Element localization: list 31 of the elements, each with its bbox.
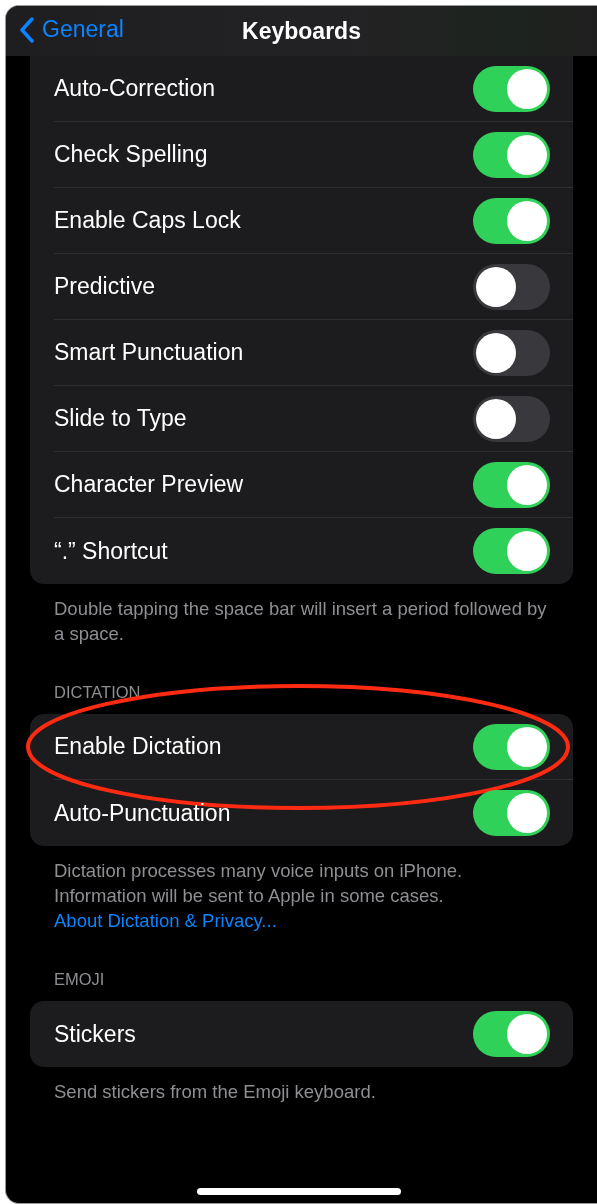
toggle-switch[interactable] bbox=[473, 723, 550, 770]
toggle-switch[interactable] bbox=[473, 790, 550, 836]
toggle-switch[interactable] bbox=[473, 528, 550, 574]
toggle-switch[interactable] bbox=[473, 263, 550, 310]
setting-label: Check Spelling bbox=[54, 141, 208, 168]
setting-label: Auto-Correction bbox=[54, 75, 216, 102]
toggle-switch[interactable] bbox=[473, 461, 550, 508]
chevron-left-icon bbox=[20, 16, 34, 43]
toggle-switch[interactable] bbox=[473, 197, 550, 244]
privacy-link[interactable]: About Dictation & Privacy... bbox=[54, 910, 277, 931]
toggle-switch[interactable] bbox=[473, 395, 550, 442]
setting-label: Smart Punctuation bbox=[54, 339, 244, 366]
page-title: Keyboards bbox=[242, 17, 361, 45]
setting-label: “.” Shortcut bbox=[54, 537, 168, 565]
back-button[interactable]: General bbox=[16, 14, 128, 45]
setting-label: Enable Dictation bbox=[54, 733, 222, 760]
setting-label: Slide to Type bbox=[54, 405, 187, 432]
section-header: DICTATION bbox=[54, 682, 142, 702]
setting-label: Stickers bbox=[54, 1020, 136, 1048]
section-footer: Dictation processes many voice inputs on iPhone. Information will be sent to Apple in some cases. About Dictation & Privacy... bbox=[54, 858, 549, 933]
toggle-switch[interactable] bbox=[473, 329, 550, 376]
setting-label: Character Preview bbox=[54, 471, 244, 498]
setting-label: Enable Caps Lock bbox=[54, 207, 241, 234]
toggle-switch[interactable] bbox=[473, 1011, 550, 1057]
section-footer: Double tapping the space bar will insert a period followed by a space. bbox=[54, 596, 549, 646]
setting-label: Predictive bbox=[54, 273, 155, 300]
section-footer: Send stickers from the Emoji keyboard. bbox=[54, 1079, 549, 1104]
toggle-switch[interactable] bbox=[473, 65, 550, 112]
section-header: EMOJI bbox=[54, 969, 106, 989]
setting-label: Auto-Punctuation bbox=[54, 799, 231, 827]
toggle-switch[interactable] bbox=[473, 131, 550, 178]
